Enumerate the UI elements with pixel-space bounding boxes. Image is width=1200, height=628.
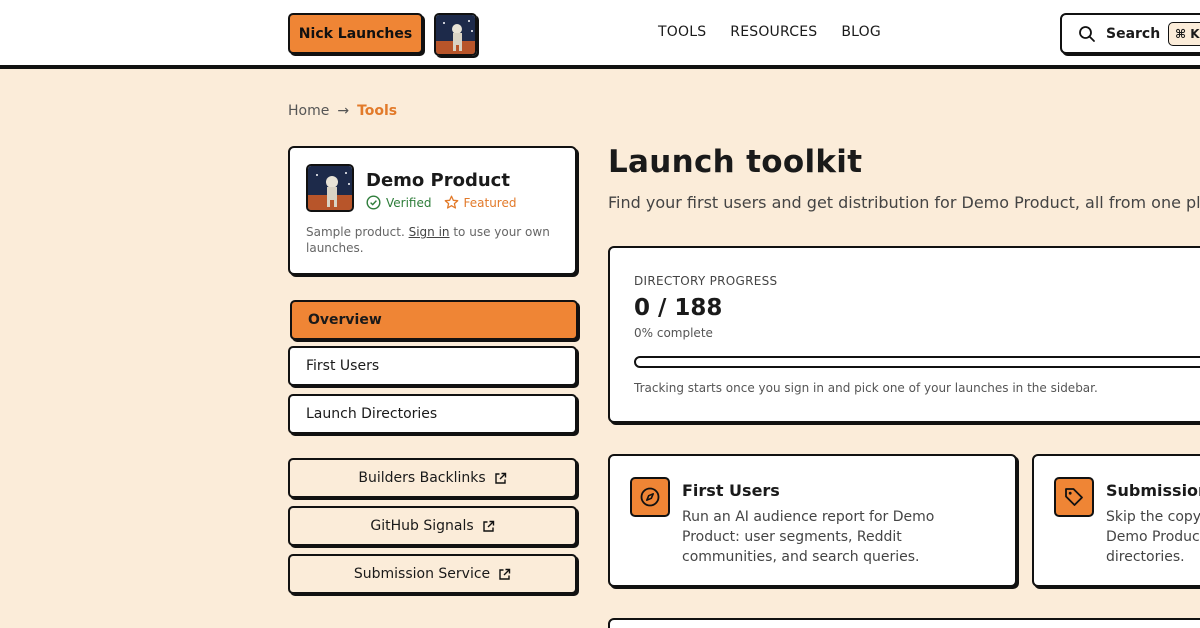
external-link-icon <box>499 568 511 580</box>
progress-bar <box>634 356 1200 368</box>
progress-count: 0 / 188 <box>634 295 723 321</box>
page-title: Launch toolkit <box>608 144 863 180</box>
product-name: Demo Product <box>366 170 510 191</box>
directory-progress-card: DIRECTORY PROGRESS 0 / 188 0% complete T… <box>608 246 1200 423</box>
next-section-card <box>608 618 1200 628</box>
breadcrumb-arrow-icon: → <box>337 103 350 119</box>
astronaut-image <box>436 15 475 54</box>
top-header: Nick Launches TOOLS RESOURCES BLOG Searc… <box>0 0 1200 69</box>
github-signals-link[interactable]: GitHub Signals <box>288 506 577 546</box>
product-note-prefix: Sample product. <box>306 225 409 239</box>
product-card: Demo Product Verified Featured Sample pr… <box>288 146 577 275</box>
menu-first-users[interactable]: First Users <box>288 346 577 386</box>
submission-service-link[interactable]: Submission Service <box>288 554 577 594</box>
external-link-icon <box>494 472 506 484</box>
external-link-icon <box>482 520 494 532</box>
header-avatar[interactable] <box>434 13 477 56</box>
menu-overview[interactable]: Overview <box>290 300 578 340</box>
search-icon <box>1079 25 1095 42</box>
verified-badge: Verified <box>366 195 432 210</box>
product-note: Sample product. Sign in to use your own … <box>306 224 556 256</box>
submission-card-desc: Skip the copy- Demo Product directories. <box>1106 509 1200 565</box>
progress-note: Tracking starts once you sign in and pic… <box>634 381 1098 395</box>
search-shortcut: ⌘ K <box>1168 22 1200 46</box>
check-circle-icon <box>366 195 381 210</box>
astronaut-image <box>308 166 352 210</box>
first-users-card[interactable]: First Users Run an AI audience report fo… <box>608 454 1017 587</box>
progress-label: DIRECTORY PROGRESS <box>634 274 778 288</box>
first-users-card-title: First Users <box>682 481 780 500</box>
search-label: Search <box>1106 25 1161 42</box>
submission-service-label: Submission Service <box>353 566 491 582</box>
menu-launch-directories[interactable]: Launch Directories <box>288 394 577 434</box>
main-nav: TOOLS RESOURCES BLOG <box>658 24 881 40</box>
product-badges: Verified Featured <box>366 195 516 210</box>
page-subtitle: Find your first users and get distributi… <box>608 193 1200 212</box>
sign-in-link[interactable]: Sign in <box>409 225 450 239</box>
breadcrumb: Home → Tools <box>288 103 397 119</box>
builders-backlinks-link[interactable]: Builders Backlinks <box>288 458 577 498</box>
compass-icon <box>630 477 670 517</box>
product-avatar <box>306 164 354 212</box>
search-button[interactable]: Search ⌘ K <box>1060 13 1200 54</box>
github-signals-label: GitHub Signals <box>370 518 474 534</box>
verified-label: Verified <box>386 195 432 210</box>
nav-resources[interactable]: RESOURCES <box>730 24 817 40</box>
nav-blog[interactable]: BLOG <box>841 24 881 40</box>
progress-percent: 0% complete <box>634 326 713 340</box>
tag-icon <box>1054 477 1094 517</box>
brand-button[interactable]: Nick Launches <box>288 13 423 54</box>
nav-tools[interactable]: TOOLS <box>658 24 706 40</box>
submission-card[interactable]: Submission Skip the copy- Demo Product d… <box>1032 454 1200 587</box>
star-icon <box>444 195 458 209</box>
breadcrumb-home[interactable]: Home <box>288 103 329 119</box>
submission-card-title: Submission <box>1106 481 1200 500</box>
first-users-card-desc: Run an AI audience report for Demo Produ… <box>682 509 935 565</box>
builders-backlinks-label: Builders Backlinks <box>358 470 486 486</box>
featured-badge: Featured <box>444 195 517 210</box>
featured-label: Featured <box>463 195 517 210</box>
breadcrumb-current: Tools <box>357 103 398 119</box>
